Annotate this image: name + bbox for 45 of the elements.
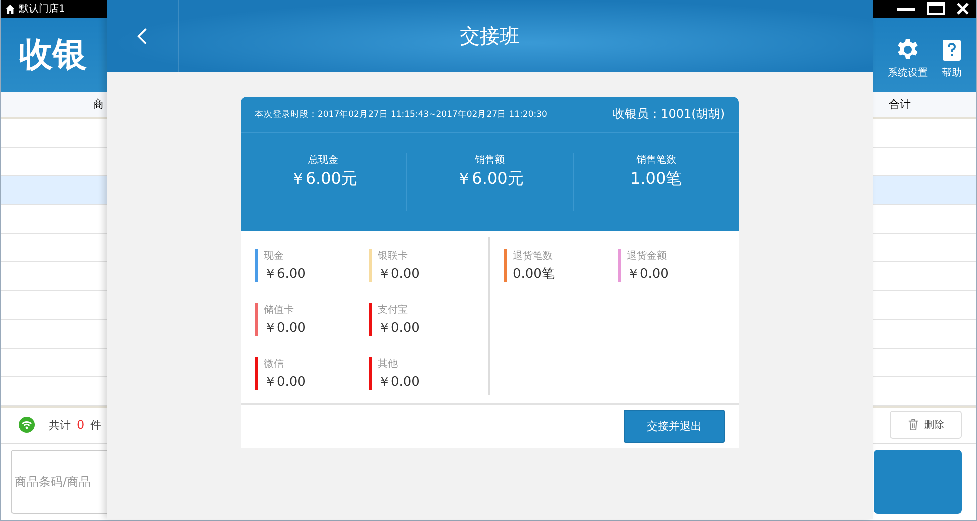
trash-icon (908, 419, 918, 432)
payment-value: ￥0.00 (264, 320, 306, 337)
payment-label: 微信 (264, 358, 285, 371)
stat-value: 1.00笔 (630, 169, 684, 190)
toolbar-button[interactable]: 系统设置 (888, 38, 928, 80)
payment-value: ￥0.00 (264, 374, 306, 391)
column-header: 合计 (889, 97, 911, 112)
stat-value: ￥6.00元 (288, 169, 358, 190)
delete-button[interactable]: 删除 (890, 411, 962, 440)
stat-label: 销售笔数 (635, 154, 678, 167)
unit-label: 件 (90, 418, 102, 433)
home-icon (5, 4, 16, 14)
item-count: 0 (77, 418, 85, 432)
payment-label: 其他 (378, 358, 399, 371)
cashier-label: 收银员：1001(胡胡) (613, 106, 725, 123)
column-header: 商 (93, 97, 104, 112)
dialog-title: 交接班 (459, 22, 521, 50)
payment-value: ￥6.00 (264, 266, 306, 283)
payment-value: 0.00笔 (513, 266, 555, 283)
payment-label: 支付宝 (378, 304, 409, 317)
stat-value: ￥6.00元 (455, 169, 525, 190)
wifi-icon (19, 417, 35, 434)
back-icon (137, 26, 148, 46)
close-icon[interactable] (956, 2, 970, 16)
stat-label: 总现金 (308, 154, 340, 167)
toolbar-button[interactable]: 帮助 (940, 38, 964, 80)
total-label: 共计 (49, 418, 71, 433)
payment-value: ￥0.00 (627, 266, 669, 283)
login-period: 本次登录时段：2017年02月27日 11:15:43~2017年02月27日 11:20:30 (255, 108, 548, 120)
checkout-button[interactable] (874, 450, 962, 514)
help-icon (940, 38, 964, 62)
maximize-icon[interactable] (926, 2, 946, 16)
payment-label: 现金 (264, 250, 285, 263)
stat-label: 销售额 (474, 154, 506, 167)
settings-icon (896, 38, 920, 62)
payment-label: 退货金额 (627, 250, 668, 263)
handover-button[interactable]: 交接并退出 (624, 410, 725, 443)
payment-value: ￥0.00 (378, 266, 420, 283)
payment-value: ￥0.00 (378, 320, 420, 337)
window-title: 默认门店1 (19, 2, 66, 16)
payment-label: 储值卡 (264, 304, 295, 317)
payment-label: 退货笔数 (513, 250, 554, 263)
app-logo: 收银 (19, 34, 87, 77)
payment-label: 银联卡 (378, 250, 409, 263)
payment-value: ￥0.00 (378, 374, 420, 391)
